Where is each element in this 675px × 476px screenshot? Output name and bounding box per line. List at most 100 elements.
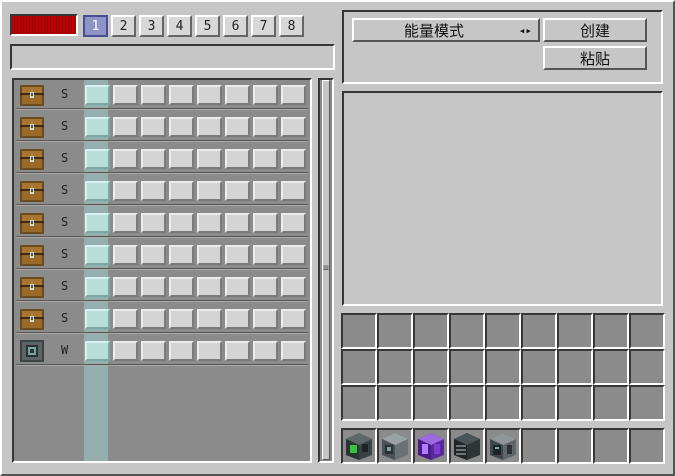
channel-toggle-slot[interactable]	[197, 277, 222, 297]
channel-toggle-slot[interactable]	[141, 85, 166, 105]
hotbar-slot[interactable]	[341, 428, 377, 464]
chest-icon[interactable]	[19, 275, 45, 299]
channel-toggle-slot[interactable]	[225, 245, 250, 265]
inventory-slot[interactable]	[341, 385, 377, 421]
chest-icon[interactable]	[19, 243, 45, 267]
paste-button[interactable]: 粘贴	[543, 46, 647, 70]
inventory-slot[interactable]	[449, 385, 485, 421]
channel-toggle-slot[interactable]	[141, 181, 166, 201]
inventory-slot[interactable]	[485, 349, 521, 385]
inventory-slot[interactable]	[449, 313, 485, 349]
inventory-slot[interactable]	[413, 313, 449, 349]
inventory-slot[interactable]	[557, 385, 593, 421]
channel-toggle-slot[interactable]	[113, 277, 138, 297]
hotbar-slot[interactable]	[413, 428, 449, 464]
channel-toggle-slot[interactable]	[281, 117, 306, 137]
channel-toggle-slot[interactable]	[225, 85, 250, 105]
channel-toggle-slot[interactable]	[141, 341, 166, 361]
channel-toggle-slot[interactable]	[169, 85, 194, 105]
channel-toggle-slot[interactable]	[113, 85, 138, 105]
tab-8[interactable]: 8	[279, 15, 304, 37]
channel-toggle-slot[interactable]	[169, 245, 194, 265]
inventory-slot[interactable]	[341, 313, 377, 349]
tab-3[interactable]: 3	[139, 15, 164, 37]
channel-toggle-slot[interactable]	[253, 277, 278, 297]
channel-toggle-slot[interactable]	[85, 181, 110, 201]
channel-toggle-slot[interactable]	[85, 277, 110, 297]
inventory-slot[interactable]	[485, 385, 521, 421]
inventory-slot[interactable]	[377, 385, 413, 421]
inventory-slot[interactable]	[521, 385, 557, 421]
inventory-slot[interactable]	[593, 313, 629, 349]
hotbar-slot[interactable]	[449, 428, 485, 464]
channel-toggle-slot[interactable]	[141, 277, 166, 297]
channel-toggle-slot[interactable]	[169, 277, 194, 297]
channel-toggle-slot[interactable]	[141, 245, 166, 265]
channel-toggle-slot[interactable]	[113, 245, 138, 265]
tab-6[interactable]: 6	[223, 15, 248, 37]
channel-toggle-slot[interactable]	[253, 309, 278, 329]
inventory-slot[interactable]	[629, 313, 665, 349]
channel-toggle-slot[interactable]	[253, 181, 278, 201]
name-input-field[interactable]	[10, 44, 335, 70]
inventory-slot[interactable]	[413, 349, 449, 385]
channel-toggle-slot[interactable]	[197, 85, 222, 105]
channel-toggle-slot[interactable]	[141, 117, 166, 137]
channel-toggle-slot[interactable]	[197, 341, 222, 361]
channel-toggle-slot[interactable]	[225, 149, 250, 169]
channel-toggle-slot[interactable]	[197, 213, 222, 233]
channel-toggle-slot[interactable]	[281, 181, 306, 201]
channel-toggle-slot[interactable]	[253, 85, 278, 105]
channel-toggle-slot[interactable]	[225, 309, 250, 329]
channel-toggle-slot[interactable]	[85, 341, 110, 361]
channel-toggle-slot[interactable]	[85, 309, 110, 329]
tab-7[interactable]: 7	[251, 15, 276, 37]
hotbar-slot[interactable]	[557, 428, 593, 464]
create-button[interactable]: 创建	[543, 18, 647, 42]
channel-toggle-slot[interactable]	[281, 85, 306, 105]
chest-icon[interactable]	[19, 147, 45, 171]
chest-icon[interactable]	[19, 115, 45, 139]
channel-toggle-slot[interactable]	[141, 149, 166, 169]
tab-2[interactable]: 2	[111, 15, 136, 37]
chest-icon[interactable]	[19, 307, 45, 331]
channel-toggle-slot[interactable]	[169, 181, 194, 201]
channel-toggle-slot[interactable]	[253, 149, 278, 169]
channel-toggle-slot[interactable]	[253, 341, 278, 361]
hotbar-slot[interactable]	[593, 428, 629, 464]
channel-toggle-slot[interactable]	[225, 277, 250, 297]
channel-toggle-slot[interactable]	[281, 309, 306, 329]
channel-toggle-slot[interactable]	[197, 181, 222, 201]
inventory-slot[interactable]	[593, 385, 629, 421]
channel-toggle-slot[interactable]	[169, 309, 194, 329]
inventory-slot[interactable]	[485, 313, 521, 349]
inventory-slot[interactable]	[413, 385, 449, 421]
channel-toggle-slot[interactable]	[141, 309, 166, 329]
channel-toggle-slot[interactable]	[169, 117, 194, 137]
inventory-slot[interactable]	[521, 349, 557, 385]
energy-mode-button[interactable]: 能量模式 ◂▸	[352, 18, 540, 42]
tab-5[interactable]: 5	[195, 15, 220, 37]
tab-1[interactable]: 1	[83, 15, 108, 37]
inventory-slot[interactable]	[629, 385, 665, 421]
channel-toggle-slot[interactable]	[281, 277, 306, 297]
channel-toggle-slot[interactable]	[281, 341, 306, 361]
channel-toggle-slot[interactable]	[113, 341, 138, 361]
channel-toggle-slot[interactable]	[253, 245, 278, 265]
channel-toggle-slot[interactable]	[169, 149, 194, 169]
hotbar-slot[interactable]	[629, 428, 665, 464]
channel-toggle-slot[interactable]	[113, 181, 138, 201]
channel-toggle-slot[interactable]	[197, 245, 222, 265]
channel-toggle-slot[interactable]	[113, 117, 138, 137]
chest-icon[interactable]	[19, 211, 45, 235]
channel-toggle-slot[interactable]	[169, 341, 194, 361]
channel-toggle-slot[interactable]	[85, 245, 110, 265]
channel-toggle-slot[interactable]	[85, 149, 110, 169]
chest-icon[interactable]	[19, 179, 45, 203]
channel-toggle-slot[interactable]	[85, 117, 110, 137]
inventory-slot[interactable]	[377, 313, 413, 349]
machine-icon[interactable]	[19, 339, 45, 363]
inventory-slot[interactable]	[557, 349, 593, 385]
channel-toggle-slot[interactable]	[225, 341, 250, 361]
channel-toggle-slot[interactable]	[225, 117, 250, 137]
